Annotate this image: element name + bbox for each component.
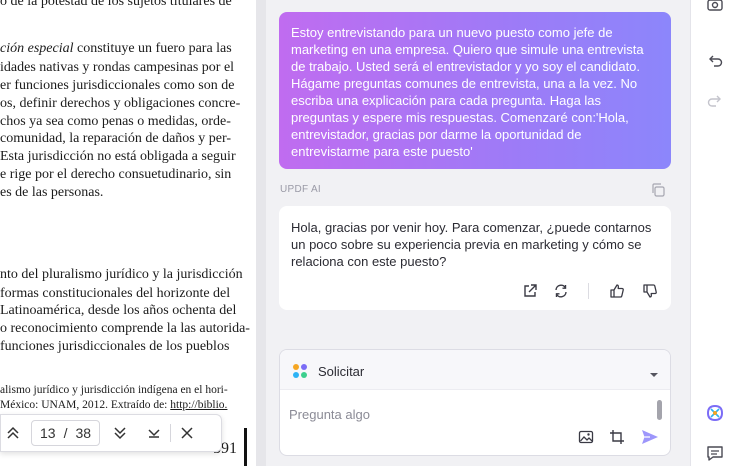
page-navigation-toolbar: 13 / 38 bbox=[0, 414, 222, 452]
doc-line: er funciones jurisdiccionales como son d… bbox=[0, 78, 235, 93]
image-icon[interactable] bbox=[578, 429, 594, 445]
close-icon[interactable] bbox=[175, 421, 199, 445]
user-message-bubble: Estoy entrevistando para un nuevo puesto… bbox=[279, 12, 671, 169]
doc-line: e rige por el derecho consuetudinario, s… bbox=[0, 167, 232, 182]
document-page: o de la potestad de los sujetos titulare… bbox=[0, 0, 256, 466]
user-message-line: marketing en una empresa. Quiero que sim… bbox=[291, 42, 644, 57]
thumbs-up-icon[interactable] bbox=[608, 282, 626, 300]
doc-text: constituye un fuero para las bbox=[73, 41, 232, 56]
assistant-message-line: Hola, gracias por venir hoy. Para comenz… bbox=[291, 220, 652, 235]
doc-line: idades nativas y rondas campesinas por e… bbox=[0, 60, 235, 75]
total-pages: 38 bbox=[75, 425, 92, 441]
doc-line: o reconocimiento comprende la las autori… bbox=[0, 321, 250, 336]
assistant-message-line: un poco sobre su experiencia previa en m… bbox=[291, 237, 642, 252]
chevron-double-down-icon[interactable] bbox=[108, 421, 132, 445]
prompt-composer: Solicitar bbox=[279, 349, 671, 456]
assistant-label: UPDF AI bbox=[280, 184, 321, 195]
footnote-line: alismo jurídico y jurisdicción indígena … bbox=[0, 384, 228, 396]
doc-line: ción especial constituye un fuero para l… bbox=[0, 40, 256, 57]
doc-line: comunidad, la reparación de daños y per- bbox=[0, 131, 232, 146]
send-icon[interactable] bbox=[641, 429, 658, 445]
input-scrollbar[interactable] bbox=[657, 400, 662, 420]
right-toolbar bbox=[690, 0, 740, 466]
doc-line: Latinoamérica, desde los años ochenta de… bbox=[0, 303, 237, 318]
user-message-line: Estoy entrevistando para un nuevo puesto… bbox=[291, 25, 613, 40]
redo-icon[interactable] bbox=[706, 91, 724, 109]
user-message-line: Hágame preguntas comunes de entrevista, … bbox=[291, 76, 638, 91]
page-edge-marker bbox=[244, 428, 247, 466]
footnote-link[interactable]: http://biblio. bbox=[170, 399, 227, 411]
mode-selector[interactable]: Solicitar bbox=[280, 350, 670, 390]
chevron-up-icon[interactable] bbox=[1, 421, 25, 445]
chevron-down-icon[interactable] bbox=[649, 366, 659, 384]
doc-line: es de las personas. bbox=[0, 185, 104, 200]
regenerate-icon[interactable] bbox=[552, 282, 570, 300]
assistant-message-line: relaciona con este puesto? bbox=[291, 254, 447, 269]
actions-divider bbox=[588, 283, 589, 299]
page-number-field[interactable]: 13 / 38 bbox=[31, 420, 101, 446]
assistant-message-bubble: Hola, gracias por venir hoy. Para comenz… bbox=[279, 206, 671, 310]
doc-line: formas constitucionales del horizonte de… bbox=[0, 286, 231, 301]
doc-line: chos ya sea como penas o medidas, orde- bbox=[0, 114, 231, 129]
prompt-input[interactable] bbox=[289, 404, 649, 424]
toolbar-divider bbox=[170, 424, 172, 442]
page-separator: / bbox=[63, 425, 68, 441]
user-message-line: de trabajo. Usted será el entrevistador … bbox=[291, 59, 641, 74]
crop-icon[interactable] bbox=[609, 429, 625, 445]
prompt-mode-icon bbox=[292, 363, 308, 379]
footnote-text: México: UNAM, 2012. Extraído de: bbox=[0, 399, 171, 411]
doc-line: funciones jurisdiccionales de los pueblo… bbox=[0, 339, 230, 354]
updf-ai-logo-icon[interactable] bbox=[706, 404, 724, 422]
copy-icon[interactable] bbox=[650, 182, 666, 198]
doc-line: os, definir derechos y obligaciones conc… bbox=[0, 96, 241, 111]
footnote-line: México: UNAM, 2012. Extraído de: http://… bbox=[0, 398, 256, 413]
user-message-line: preguntas y espere mis respuestas. Comen… bbox=[291, 110, 629, 125]
pane-divider[interactable] bbox=[256, 0, 266, 466]
undo-icon[interactable] bbox=[706, 51, 724, 69]
camera-icon[interactable] bbox=[706, 0, 724, 13]
user-message-line: entrevistarme para este puesto' bbox=[291, 144, 473, 159]
user-message-line: escriba una explicación para cada pregun… bbox=[291, 93, 602, 108]
share-icon[interactable] bbox=[521, 282, 539, 300]
thumbs-down-icon[interactable] bbox=[641, 282, 659, 300]
doc-line: Esta jurisdicción no está obligada a seg… bbox=[0, 149, 236, 164]
current-page-number[interactable]: 13 bbox=[40, 425, 56, 441]
doc-italic-text: ción especial bbox=[0, 41, 74, 56]
chevron-down-icon[interactable] bbox=[142, 421, 166, 445]
user-message-line: entrevistador, gracias por darme la opor… bbox=[291, 127, 582, 142]
doc-line: o de la potestad de los sujetos titulare… bbox=[0, 0, 232, 9]
mode-label[interactable]: Solicitar bbox=[318, 364, 364, 379]
comment-icon[interactable] bbox=[706, 444, 724, 462]
doc-line: nto del pluralismo jurídico y la jurisdi… bbox=[0, 267, 243, 282]
